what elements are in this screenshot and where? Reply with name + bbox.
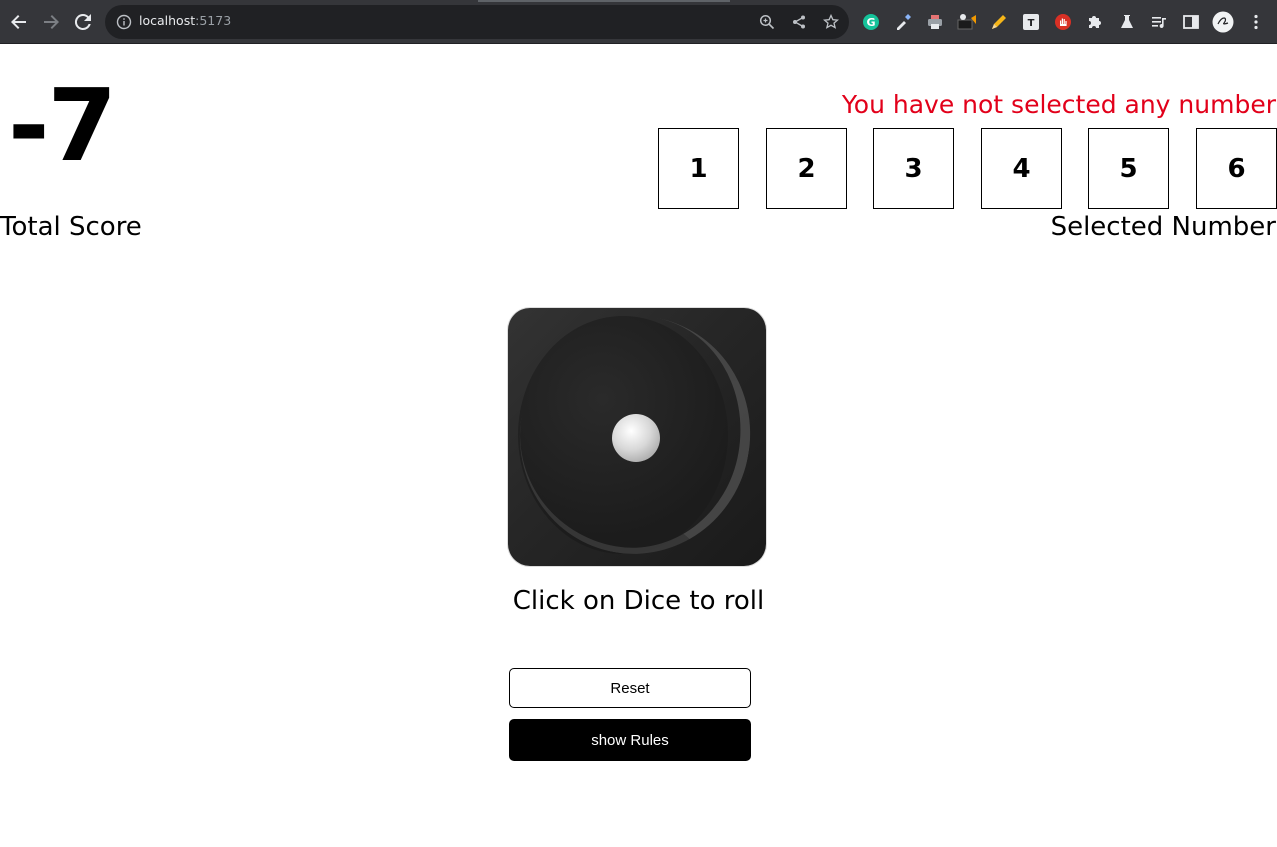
show-rules-button[interactable]: show Rules — [509, 719, 751, 761]
game-page: -7 Total Score You have not selected any… — [0, 44, 1277, 847]
dice-button[interactable] — [508, 308, 766, 566]
url-text: localhost:5173 — [139, 13, 231, 28]
flask-icon[interactable] — [1117, 12, 1137, 32]
dark-reader-icon[interactable] — [957, 12, 977, 32]
hand-stop-icon[interactable] — [1053, 12, 1073, 32]
selection-error-message: You have not selected any number — [841, 90, 1276, 119]
puzzle-icon[interactable] — [1085, 12, 1105, 32]
url-port: :5173 — [195, 13, 232, 28]
number-box-5[interactable]: 5 — [1088, 128, 1169, 209]
selected-number-label: Selected Number — [1050, 212, 1276, 242]
reset-button[interactable]: Reset — [509, 668, 751, 708]
back-icon[interactable] — [7, 10, 31, 34]
number-box-6[interactable]: 6 — [1196, 128, 1277, 209]
dice-pip — [612, 414, 660, 462]
color-picker-icon[interactable] — [893, 12, 913, 32]
pencil-icon[interactable] — [989, 12, 1009, 32]
total-score-label: Total Score — [0, 212, 142, 242]
forward-icon[interactable] — [39, 10, 63, 34]
number-box-2[interactable]: 2 — [766, 128, 847, 209]
svg-text:G: G — [866, 16, 875, 29]
reload-icon[interactable] — [71, 10, 95, 34]
active-tab-indicator — [478, 0, 730, 2]
browser-toolbar: localhost:5173 G T — [0, 0, 1277, 44]
roll-dice-hint: Click on Dice to roll — [512, 586, 765, 616]
zoom-icon[interactable] — [758, 13, 776, 31]
url-host: localhost — [139, 13, 196, 28]
menu-icon[interactable] — [1246, 12, 1266, 32]
number-box-3[interactable]: 3 — [873, 128, 954, 209]
bookmark-star-icon[interactable] — [822, 13, 840, 31]
total-score-value: -7 — [8, 67, 117, 184]
grammarly-icon[interactable]: G — [861, 12, 881, 32]
profile-avatar[interactable] — [1212, 11, 1234, 33]
svg-text:T: T — [1028, 18, 1035, 29]
media-queue-icon[interactable] — [1149, 12, 1169, 32]
share-icon[interactable] — [790, 13, 808, 31]
printer-icon[interactable] — [925, 12, 945, 32]
side-panel-icon[interactable] — [1181, 12, 1201, 32]
number-box-4[interactable]: 4 — [981, 128, 1062, 209]
address-bar[interactable]: localhost:5173 — [105, 5, 849, 39]
info-icon[interactable] — [116, 14, 132, 30]
text-icon[interactable]: T — [1021, 12, 1041, 32]
number-box-1[interactable]: 1 — [658, 128, 739, 209]
